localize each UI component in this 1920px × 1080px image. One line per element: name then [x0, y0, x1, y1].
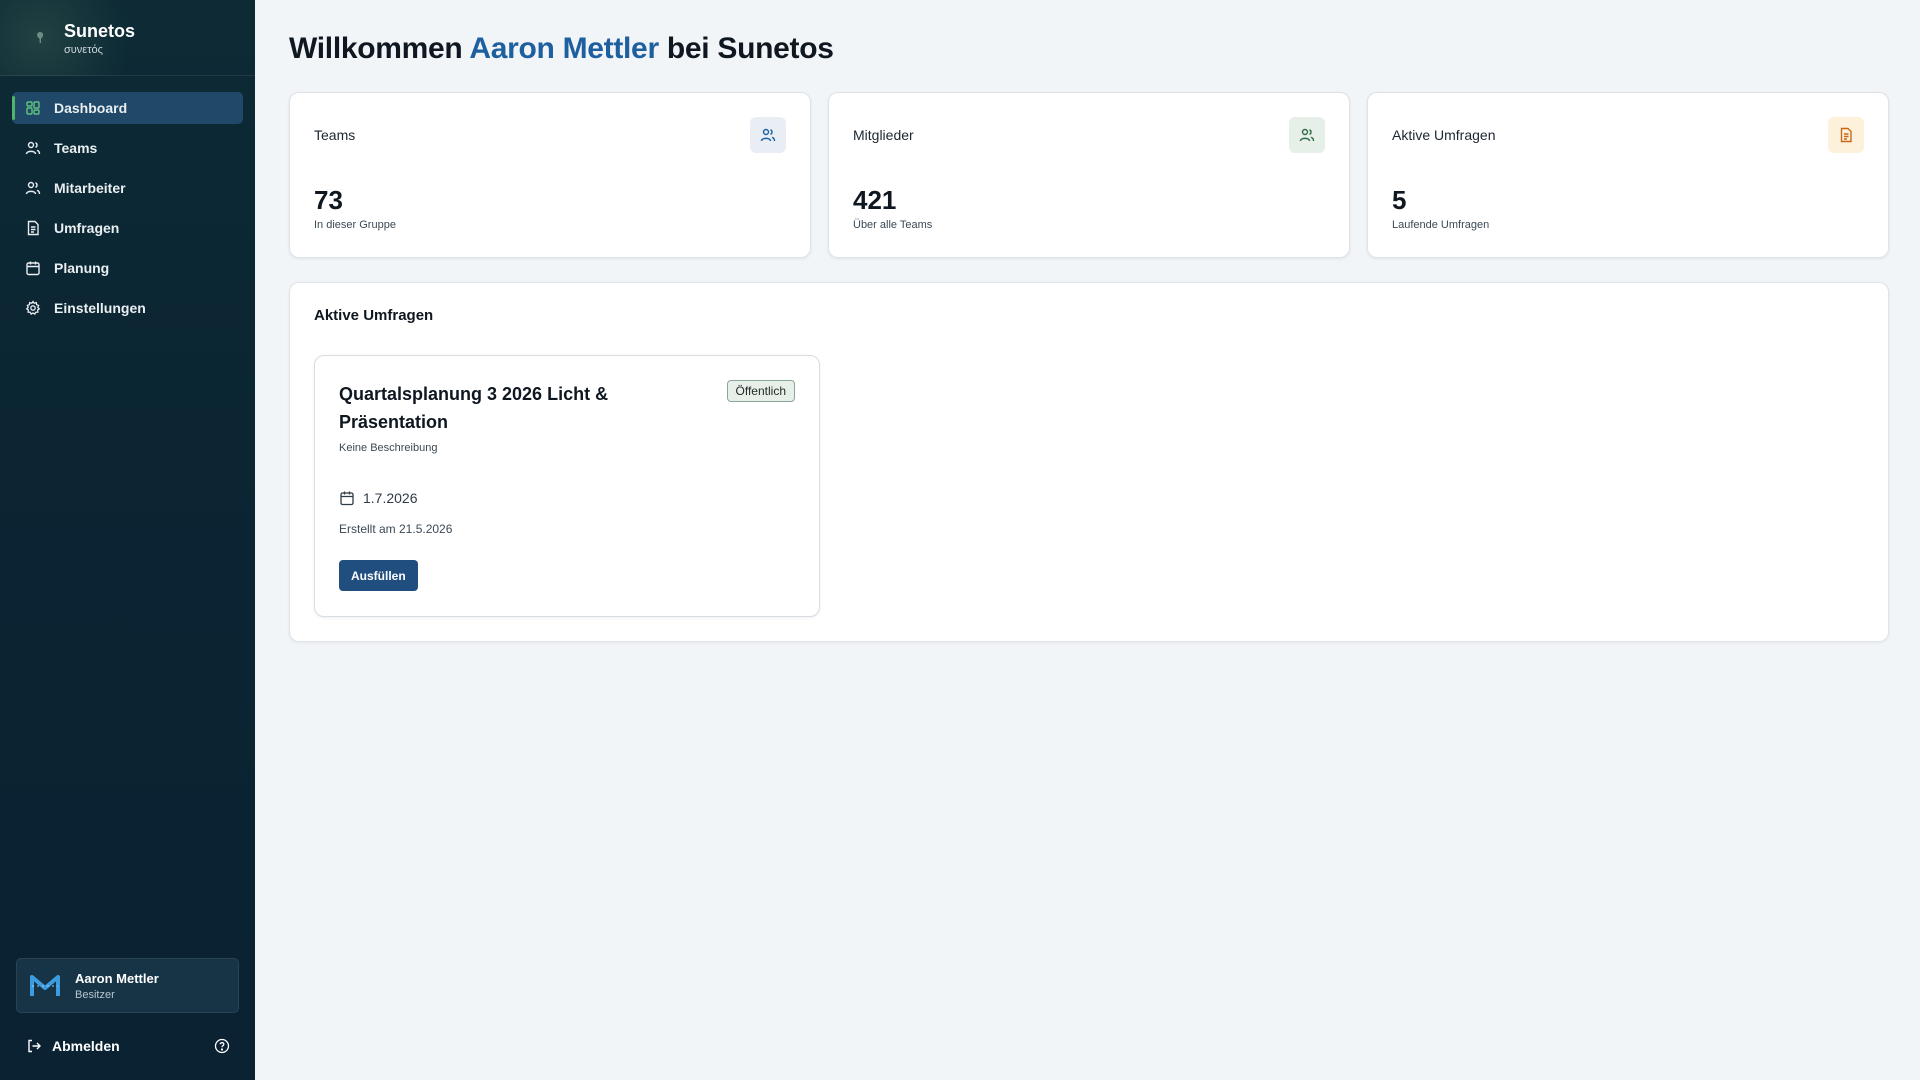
welcome-user-name: Aaron Mettler	[469, 32, 659, 65]
stat-title: Aktive Umfragen	[1392, 127, 1496, 143]
active-surveys-section: Aktive Umfragen Quartalsplanung 3 2026 L…	[289, 282, 1889, 642]
sidebar: Sunetos συνετός Dashboard Teams Mitarbei…	[0, 0, 255, 1080]
help-circle-icon[interactable]	[214, 1038, 230, 1054]
survey-created: Erstellt am 21.5.2026	[339, 522, 453, 536]
gear-icon	[25, 300, 41, 316]
main-content: Willkommen Aaron Mettler bei Sunetos Tea…	[255, 0, 1920, 1080]
user-profile-card[interactable]: Aaron Mettler Besitzer	[16, 958, 239, 1013]
m-logo-icon	[29, 970, 61, 1002]
brand[interactable]: Sunetos συνετός	[0, 0, 255, 76]
sidebar-item-dashboard[interactable]: Dashboard	[12, 92, 243, 124]
document-icon	[25, 220, 41, 236]
dashboard-icon	[25, 100, 41, 116]
users-icon	[25, 180, 41, 196]
stat-subtitle: Über alle Teams	[853, 219, 933, 231]
brand-subtitle: συνετός	[64, 43, 103, 56]
welcome-suffix: bei Sunetos	[666, 32, 834, 65]
sidebar-item-label: Umfragen	[54, 220, 120, 236]
page-title: Willkommen Aaron Mettler bei Sunetos	[289, 32, 834, 66]
sidebar-item-planung[interactable]: Planung	[12, 252, 243, 284]
survey-description: Keine Beschreibung	[339, 442, 438, 454]
user-name: Aaron Mettler	[75, 970, 159, 986]
sidebar-item-umfragen[interactable]: Umfragen	[12, 212, 243, 244]
stat-value: 5	[1392, 185, 1407, 215]
calendar-icon	[339, 490, 355, 506]
survey-card[interactable]: Quartalsplanung 3 2026 Licht & Präsentat…	[314, 355, 820, 617]
calendar-icon	[25, 260, 41, 276]
logout-label: Abmelden	[52, 1038, 120, 1054]
logout-button[interactable]: Abmelden	[26, 1038, 120, 1054]
users-icon	[1289, 117, 1325, 153]
welcome-prefix: Willkommen	[289, 32, 463, 65]
stat-title: Mitglieder	[853, 127, 914, 143]
sidebar-item-label: Einstellungen	[54, 300, 146, 316]
users-icon	[25, 140, 41, 156]
survey-due-date: 1.7.2026	[339, 490, 418, 506]
section-title: Aktive Umfragen	[314, 307, 434, 324]
stat-subtitle: In dieser Gruppe	[314, 219, 396, 231]
stat-card-aktive-umfragen: Aktive Umfragen 5 Laufende Umfragen	[1367, 92, 1889, 258]
brand-name: Sunetos	[64, 20, 136, 41]
logout-icon	[26, 1038, 42, 1054]
sidebar-footer: Abmelden	[26, 1036, 230, 1056]
stat-title: Teams	[314, 127, 356, 143]
stat-value: 421	[853, 185, 897, 215]
users-icon	[750, 117, 786, 153]
brand-logo-icon	[30, 28, 50, 48]
stat-subtitle: Laufende Umfragen	[1392, 219, 1490, 231]
sidebar-nav: Dashboard Teams Mitarbeiter Umfragen Pla…	[0, 76, 255, 348]
sidebar-item-label: Teams	[54, 140, 98, 156]
sidebar-item-mitarbeiter[interactable]: Mitarbeiter	[12, 172, 243, 204]
stat-card-teams: Teams 73 In dieser Gruppe	[289, 92, 811, 258]
sidebar-item-label: Planung	[54, 260, 110, 276]
sidebar-item-label: Mitarbeiter	[54, 180, 126, 196]
sidebar-item-label: Dashboard	[54, 100, 128, 116]
sidebar-item-einstellungen[interactable]: Einstellungen	[12, 292, 243, 324]
stat-card-mitglieder: Mitglieder 421 Über alle Teams	[828, 92, 1350, 258]
sidebar-item-teams[interactable]: Teams	[12, 132, 243, 164]
visibility-badge: Öffentlich	[726, 380, 795, 402]
survey-title: Quartalsplanung 3 2026 Licht & Präsentat…	[339, 384, 609, 432]
survey-date-text: 1.7.2026	[363, 490, 418, 506]
document-icon	[1828, 117, 1864, 153]
fill-survey-button[interactable]: Ausfüllen	[339, 560, 418, 591]
stat-value: 73	[314, 185, 343, 215]
user-role: Besitzer	[75, 988, 115, 1001]
